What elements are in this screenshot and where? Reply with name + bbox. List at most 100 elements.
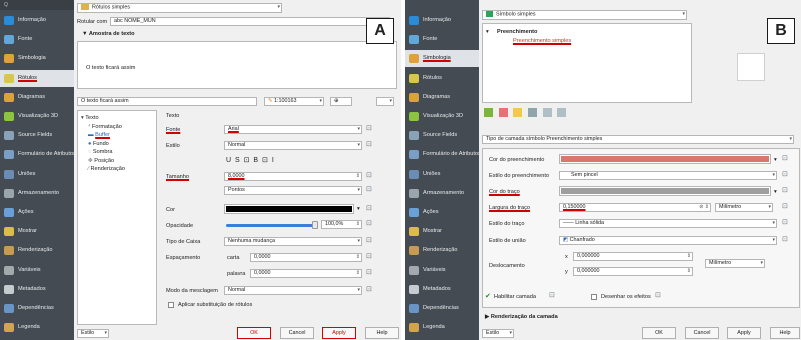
sidebar-item-5[interactable]: Visualização 3D — [405, 108, 479, 125]
tamanho-spinbox[interactable]: 8,0000 ⇕ — [224, 172, 362, 181]
sidebar-item-16[interactable]: Legenda — [0, 319, 74, 336]
sidebar-item-9[interactable]: Armazenamento — [405, 185, 479, 202]
sidebar-item-11[interactable]: Mostrar — [0, 223, 74, 240]
move-up-icon[interactable] — [542, 108, 552, 117]
data-defined-icon[interactable]: ⊡ — [549, 292, 557, 300]
cancel-button[interactable]: Cancel — [685, 327, 719, 339]
sidebar-item-12[interactable]: Renderização — [405, 242, 479, 259]
data-defined-icon[interactable]: ⊡ — [366, 186, 374, 194]
draw-effects-checkbox[interactable] — [591, 294, 597, 300]
cancel-button[interactable]: Cancel — [280, 327, 314, 339]
sidebar-item-7[interactable]: Formulário de Atributos — [405, 146, 479, 163]
sidebar-item-1[interactable]: Fonte — [0, 31, 74, 48]
data-defined-icon[interactable]: ⊡ — [782, 155, 790, 163]
stroke-style-select[interactable]: —— Linha sólida ▾ — [559, 219, 777, 228]
data-defined-icon[interactable]: ⊡ — [366, 125, 374, 133]
sidebar-item-10[interactable]: Ações — [0, 204, 74, 221]
modo-select[interactable]: Normal ▾ — [224, 286, 362, 295]
sidebar-item-1[interactable]: Fonte — [405, 31, 479, 48]
tree-item-4[interactable]: ◌ Sombra — [88, 148, 112, 156]
sidebar-item-13[interactable]: Variáveis — [0, 262, 74, 279]
stroke-color-button[interactable] — [559, 186, 771, 196]
units-select[interactable]: Pontos ▾ — [224, 186, 362, 195]
sidebar-item-8[interactable]: Uniões — [405, 166, 479, 183]
sidebar-item-5[interactable]: Visualização 3D — [0, 108, 74, 125]
stroke-width-spinbox[interactable]: 0,150000 ⊘ ⇕ — [559, 203, 711, 212]
help-button[interactable]: Help — [365, 327, 399, 339]
help-button[interactable]: Help — [770, 327, 800, 339]
sidebar-item-6[interactable]: Source Fields — [405, 127, 479, 144]
offset-x-spinbox[interactable]: 0,000000 ⇕ — [573, 252, 693, 261]
background-select[interactable]: ▾ — [376, 97, 394, 106]
sidebar-item-14[interactable]: Metadados — [405, 281, 479, 298]
carta-spinbox[interactable]: 0,0000 ⇕ — [250, 253, 362, 262]
apply-button[interactable]: Apply — [727, 327, 761, 339]
tree-child-preenchimento-simples[interactable]: Preenchimento simples — [513, 37, 571, 45]
symbol-layer-type-select[interactable]: Tipo de camada símbolo Preenchimento sim… — [482, 135, 794, 144]
rotular-com-field[interactable]: abc NOME_MUN — [110, 17, 390, 26]
sidebar-item-6[interactable]: Source Fields — [0, 127, 74, 144]
data-defined-icon[interactable]: ⊡ — [782, 187, 790, 195]
palavra-spinbox[interactable]: 0,0000 ⇕ — [250, 269, 362, 278]
sidebar-item-0[interactable]: Informação — [0, 12, 74, 29]
fill-style-select[interactable]: Sem pincel ▾ — [559, 171, 777, 180]
lock-layer-icon[interactable] — [513, 108, 523, 117]
remove-layer-icon[interactable] — [498, 108, 508, 117]
renderizacao-camada-header[interactable]: ▶ Renderização da camada — [485, 313, 558, 321]
data-defined-icon[interactable]: ⊡ — [366, 205, 374, 213]
ok-button[interactable]: OK — [642, 327, 676, 339]
font-select[interactable]: Arial ▾ — [224, 125, 362, 134]
tree-item-5[interactable]: ✥ Posição — [88, 157, 114, 165]
data-defined-icon[interactable]: ⊡ — [782, 236, 790, 244]
symbol-mode-select[interactable]: Símbolo simples ▾ — [482, 10, 687, 20]
tree-item-1[interactable]: ⁴ Formatação — [88, 123, 122, 131]
opacity-slider-handle[interactable] — [312, 221, 318, 229]
data-defined-icon[interactable]: ⊡ — [366, 286, 374, 294]
offset-y-spinbox[interactable]: 0,000000 ⇕ — [573, 267, 693, 276]
sidebar-item-0[interactable]: Informação — [405, 12, 479, 29]
tipo-caixa-select[interactable]: Nenhuma mudança ▾ — [224, 237, 362, 246]
data-defined-icon[interactable]: ⊡ — [366, 141, 374, 149]
sidebar-item-15[interactable]: Dependências — [405, 300, 479, 317]
sidebar-item-10[interactable]: Ações — [405, 204, 479, 221]
sidebar-item-12[interactable]: Renderização — [0, 242, 74, 259]
sidebar-item-15[interactable]: Dependências — [0, 300, 74, 317]
data-defined-icon[interactable]: ⊡ — [366, 172, 374, 180]
estilo-menu-button[interactable]: Estilo ▾ — [77, 329, 109, 338]
sidebar-item-13[interactable]: Variáveis — [405, 262, 479, 279]
tree-item-2[interactable]: ▬ Buffer — [88, 131, 110, 139]
sidebar-item-11[interactable]: Mostrar — [405, 223, 479, 240]
tree-root-preenchimento[interactable]: Preenchimento — [497, 28, 537, 36]
stroke-width-unit-select[interactable]: Milímetro ▾ — [715, 203, 773, 212]
sidebar-item-16[interactable]: Legenda — [405, 319, 479, 336]
data-defined-icon[interactable]: ⊡ — [366, 269, 374, 277]
join-style-select[interactable]: ◩ Chanfrado ▾ — [559, 236, 777, 245]
offset-unit-select[interactable]: Milímetro ▾ — [705, 259, 765, 268]
data-defined-icon[interactable]: ⊡ — [366, 237, 374, 245]
data-defined-icon[interactable]: ⊡ — [366, 220, 374, 228]
estilo-menu-button[interactable]: Estilo ▾ — [482, 329, 514, 338]
sidebar-item-4[interactable]: Diagramas — [405, 89, 479, 106]
estilo-select[interactable]: Normal ▾ — [224, 141, 362, 150]
sidebar-item-2[interactable]: Simbologia — [0, 50, 74, 67]
apply-button[interactable]: Apply — [322, 327, 356, 339]
format-buttons[interactable]: U S ⊡ B ⊡ I — [226, 157, 275, 165]
sidebar-item-14[interactable]: Metadados — [0, 281, 74, 298]
color-button[interactable] — [224, 204, 354, 214]
move-down-icon[interactable] — [557, 108, 567, 117]
sidebar-item-2[interactable]: Simbologia — [405, 50, 479, 68]
ok-button[interactable]: OK — [237, 327, 271, 339]
tree-item-0[interactable]: ▾ Texto — [81, 114, 99, 122]
scale-select[interactable]: ✎ 1:100163 ▾ — [264, 97, 324, 106]
opacity-slider[interactable] — [226, 224, 314, 227]
sidebar-item-4[interactable]: Diagramas — [0, 89, 74, 106]
sidebar-item-3[interactable]: Rótulos — [405, 70, 479, 87]
preview-section-header[interactable]: ▼ Amostra de texto — [82, 30, 135, 38]
tree-collapse-icon[interactable]: ▾ — [486, 28, 489, 36]
sidebar-item-8[interactable]: Uniões — [0, 166, 74, 183]
data-defined-icon[interactable]: ⊡ — [782, 219, 790, 227]
add-layer-icon[interactable] — [484, 108, 493, 117]
preview-text-input[interactable]: O texto ficará assim — [77, 97, 257, 106]
tree-item-3[interactable]: ● Fundo — [88, 140, 109, 148]
opacity-spinbox[interactable]: 100,0% ⇕ — [321, 220, 362, 229]
